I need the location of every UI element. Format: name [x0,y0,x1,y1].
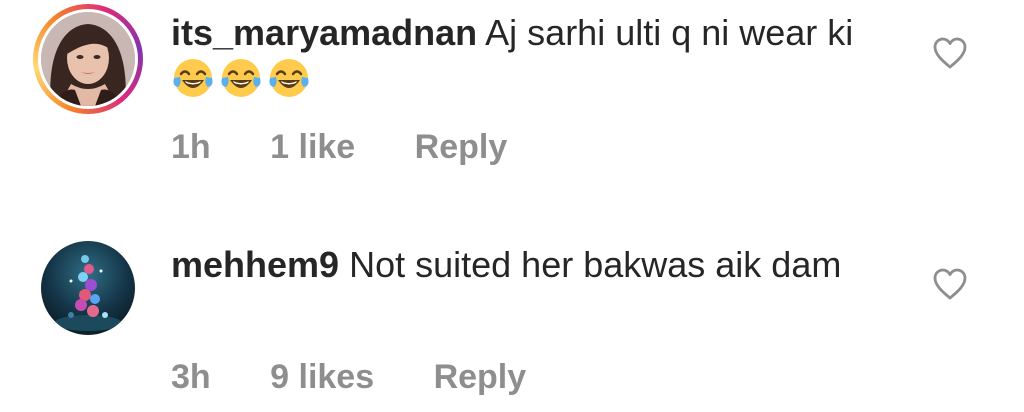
avatar[interactable] [33,4,143,114]
emoji-group [171,59,315,100]
heart-outline-icon[interactable] [932,267,968,301]
comment-timestamp: 3h [171,358,211,396]
comment-username[interactable]: its_maryamadnan [171,12,477,53]
comment-like-count[interactable]: 9 likes [270,357,374,397]
comment-meta: 3h 9 likes Reply [171,357,576,397]
avatar[interactable] [41,241,135,335]
comment-text: Not suited her bakwas aik dam [349,244,842,285]
comment-username[interactable]: mehhem9 [171,244,339,285]
heart-outline-icon[interactable] [932,36,968,70]
comment-like-count[interactable]: 1 like [270,127,355,167]
face-with-tears-of-joy-icon [221,59,261,97]
face-with-tears-of-joy-icon [269,59,309,97]
comment-item: its_maryamadnan Aj sarhi ulti q ni wear … [0,0,1024,200]
profile-photo [41,241,135,335]
comment-body: its_maryamadnan Aj sarhi ulti q ni wear … [171,10,891,103]
comment-body: mehhem9 Not suited her bakwas aik dam [171,242,891,288]
comment-item: mehhem9 Not suited her bakwas aik dam 3h… [0,200,1024,412]
comment-text: Aj sarhi ulti q ni wear ki [485,12,854,53]
story-ring [33,4,143,114]
comment-meta: 1h 1 like Reply [171,127,557,167]
profile-photo [41,12,135,106]
reply-button[interactable]: Reply [434,357,527,397]
face-with-tears-of-joy-icon [173,59,213,97]
reply-button[interactable]: Reply [415,127,508,167]
comment-timestamp: 1h [171,128,211,166]
